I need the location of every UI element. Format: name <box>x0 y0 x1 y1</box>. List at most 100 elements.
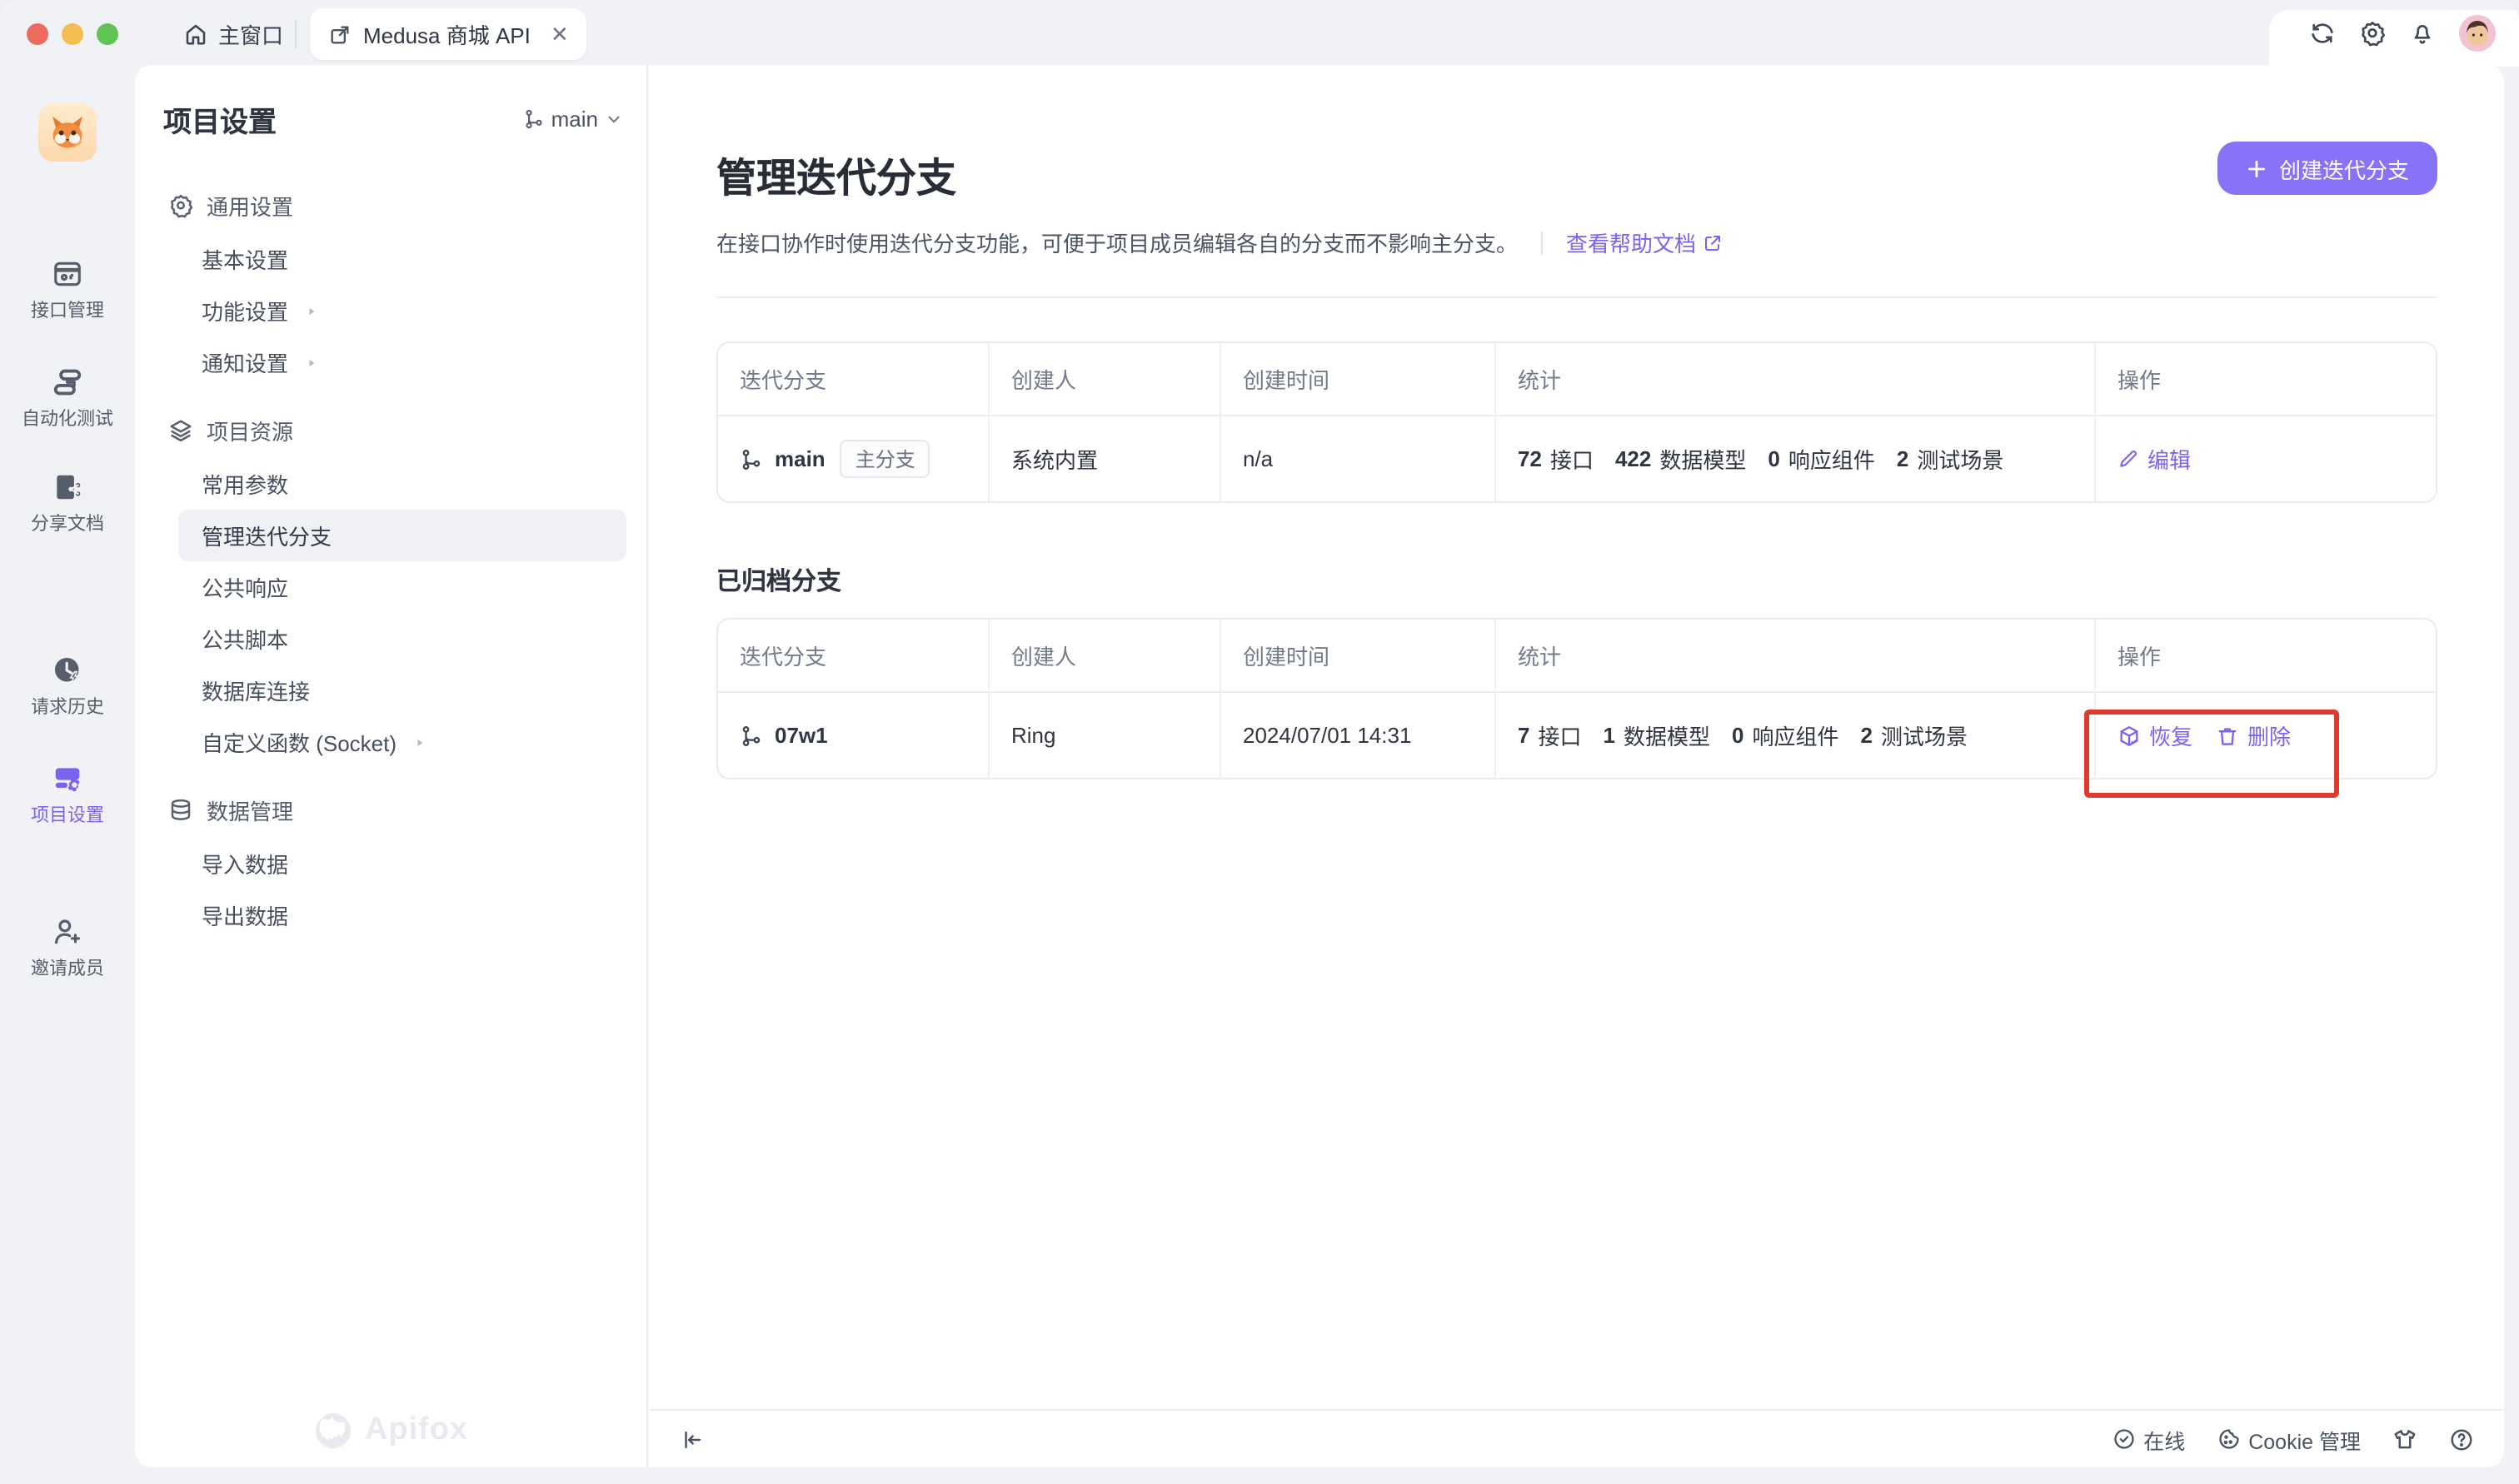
creator-cell: 系统内置 <box>990 416 1221 501</box>
menu-item-basic-settings[interactable]: 基本设置 <box>178 233 626 285</box>
menu-section-label: 项目资源 <box>207 414 293 446</box>
app-window: 主窗口 Medusa 商城 API ✕ 接口管理 <box>0 0 2519 1484</box>
apifox-logo: Apifox <box>135 1411 646 1451</box>
notifications-bell-icon[interactable] <box>2409 20 2436 47</box>
menu-section-data-management: 数据管理 <box>168 781 626 838</box>
created-time-cell: n/a <box>1221 416 1496 501</box>
create-iteration-branch-button[interactable]: 创建迭代分支 <box>2217 142 2437 195</box>
collapse-sidebar-icon[interactable] <box>680 1427 705 1452</box>
project-tab[interactable]: Medusa 商城 API ✕ <box>310 8 587 60</box>
main-branch-badge: 主分支 <box>840 440 930 478</box>
request-history-icon <box>52 655 83 686</box>
caret-right-icon <box>303 354 320 371</box>
settings-gear-icon[interactable] <box>2359 20 2386 47</box>
restore-branch-link[interactable]: 恢复 <box>2117 720 2192 751</box>
created-time-cell: 2024/07/01 14:31 <box>1221 693 1496 778</box>
rail-item-project-settings[interactable]: 项目设置 <box>0 763 135 828</box>
column-header: 创建人 <box>990 343 1221 416</box>
project-settings-icon <box>52 763 83 794</box>
branch-table: 迭代分支 创建人 创建时间 统计 操作 main 主分支 系统内置 n/a 72… <box>716 341 2437 503</box>
branch-selector[interactable]: main <box>523 107 623 132</box>
menu-section-label: 数据管理 <box>207 794 293 825</box>
api-management-icon <box>52 258 83 290</box>
edit-branch-link[interactable]: 编辑 <box>2117 443 2191 475</box>
menu-item-common-parameters[interactable]: 常用参数 <box>178 458 626 510</box>
invite-members-icon <box>52 916 83 948</box>
plus-icon <box>2246 157 2267 179</box>
delete-branch-link[interactable]: 删除 <box>2216 720 2291 751</box>
git-branch-icon <box>740 447 763 471</box>
refresh-icon[interactable] <box>2309 20 2336 47</box>
project-tab-label: Medusa 商城 API <box>363 18 531 50</box>
git-branch-icon <box>740 724 763 747</box>
branch-name: 07w1 <box>775 723 828 748</box>
cookie-manager[interactable]: Cookie 管理 <box>2217 1423 2361 1455</box>
column-header: 统计 <box>1496 620 2096 693</box>
branch-cell: main 主分支 <box>718 416 990 501</box>
column-header: 操作 <box>2096 620 2436 693</box>
rail-item-invite-members[interactable]: 邀请成员 <box>0 916 135 981</box>
rail-item-share-docs[interactable]: 分享文档 <box>0 471 135 536</box>
cookie-icon <box>2217 1427 2240 1451</box>
pencil-icon <box>2117 448 2139 470</box>
git-branch-icon <box>523 108 545 130</box>
help-circle-icon[interactable] <box>2449 1427 2474 1452</box>
rail-item-request-history[interactable]: 请求历史 <box>0 655 135 720</box>
main-window-tab[interactable]: 主窗口 <box>183 17 283 50</box>
menu-item-feature-settings[interactable]: 功能设置 <box>178 285 626 336</box>
archived-section-title: 已归档分支 <box>716 563 2437 598</box>
home-icon <box>183 21 208 46</box>
column-header: 统计 <box>1496 343 2096 416</box>
rail-item-api-management[interactable]: 接口管理 <box>0 258 135 323</box>
menu-section-general: 通用设置 <box>168 177 626 233</box>
close-tab-icon[interactable]: ✕ <box>551 21 569 47</box>
header-divider <box>716 296 2437 298</box>
menu-item-manage-iteration-branches[interactable]: 管理迭代分支 <box>178 510 626 561</box>
branch-selector-value: main <box>551 107 598 132</box>
automated-testing-icon <box>52 366 83 398</box>
trash-icon <box>2216 724 2239 747</box>
chevron-down-icon <box>605 110 623 128</box>
database-icon <box>168 797 193 822</box>
gear-icon <box>168 192 193 217</box>
column-header: 迭代分支 <box>718 620 990 693</box>
tshirt-icon[interactable] <box>2392 1427 2417 1452</box>
online-status[interactable]: 在线 <box>2112 1423 2185 1455</box>
description-divider <box>1541 231 1543 254</box>
menu-item-database-connections[interactable]: 数据库连接 <box>178 665 626 716</box>
caret-right-icon <box>303 302 320 319</box>
menu-item-common-scripts[interactable]: 公共脚本 <box>178 613 626 665</box>
tab-divider <box>295 20 297 48</box>
column-header: 创建时间 <box>1221 343 1496 416</box>
rail-item-automated-testing[interactable]: 自动化测试 <box>0 366 135 431</box>
stats-cell: 7接口1数据模型0响应组件2测试场景 <box>1496 693 2096 778</box>
rail-item-label: 分享文档 <box>31 510 104 536</box>
restore-box-icon <box>2117 724 2141 747</box>
menu-item-export-data[interactable]: 导出数据 <box>178 889 626 941</box>
column-header: 操作 <box>2096 343 2436 416</box>
branch-name: main <box>775 446 826 471</box>
settings-menu: 通用设置 基本设置 功能设置 通知设置 项目资源 常用参数 管理迭代分支 公共 <box>135 177 646 941</box>
project-logo[interactable] <box>38 103 97 162</box>
rail-item-label: 邀请成员 <box>31 954 104 981</box>
rail-item-label: 自动化测试 <box>22 405 113 431</box>
rail-item-label: 请求历史 <box>31 693 104 720</box>
menu-item-custom-functions[interactable]: 自定义函数 (Socket) <box>178 716 626 768</box>
help-doc-link[interactable]: 查看帮助文档 <box>1566 227 1723 258</box>
menu-item-common-responses[interactable]: 公共响应 <box>178 561 626 613</box>
close-window-button[interactable] <box>27 23 48 45</box>
traffic-lights <box>27 23 118 45</box>
main-content: 管理迭代分支 创建迭代分支 在接口协作时使用迭代分支功能，可便于项目成员编辑各自… <box>650 65 2504 1409</box>
user-avatar[interactable] <box>2459 15 2496 52</box>
creator-cell: Ring <box>990 693 1221 778</box>
maximize-window-button[interactable] <box>97 23 118 45</box>
stats-cell: 72接口422数据模型0响应组件2测试场景 <box>1496 416 2096 501</box>
archived-table: 迭代分支 创建人 创建时间 统计 操作 07w1 Ring 2024/07/01… <box>716 618 2437 779</box>
menu-item-notification-settings[interactable]: 通知设置 <box>178 336 626 388</box>
page-description: 在接口协作时使用迭代分支功能，可便于项目成员编辑各自的分支而不影响主分支。 <box>716 227 1518 258</box>
menu-section-label: 通用设置 <box>207 189 293 221</box>
menu-section-project-resources: 项目资源 <box>168 401 626 458</box>
minimize-window-button[interactable] <box>62 23 83 45</box>
menu-item-import-data[interactable]: 导入数据 <box>178 838 626 889</box>
check-circle-icon <box>2112 1427 2135 1451</box>
